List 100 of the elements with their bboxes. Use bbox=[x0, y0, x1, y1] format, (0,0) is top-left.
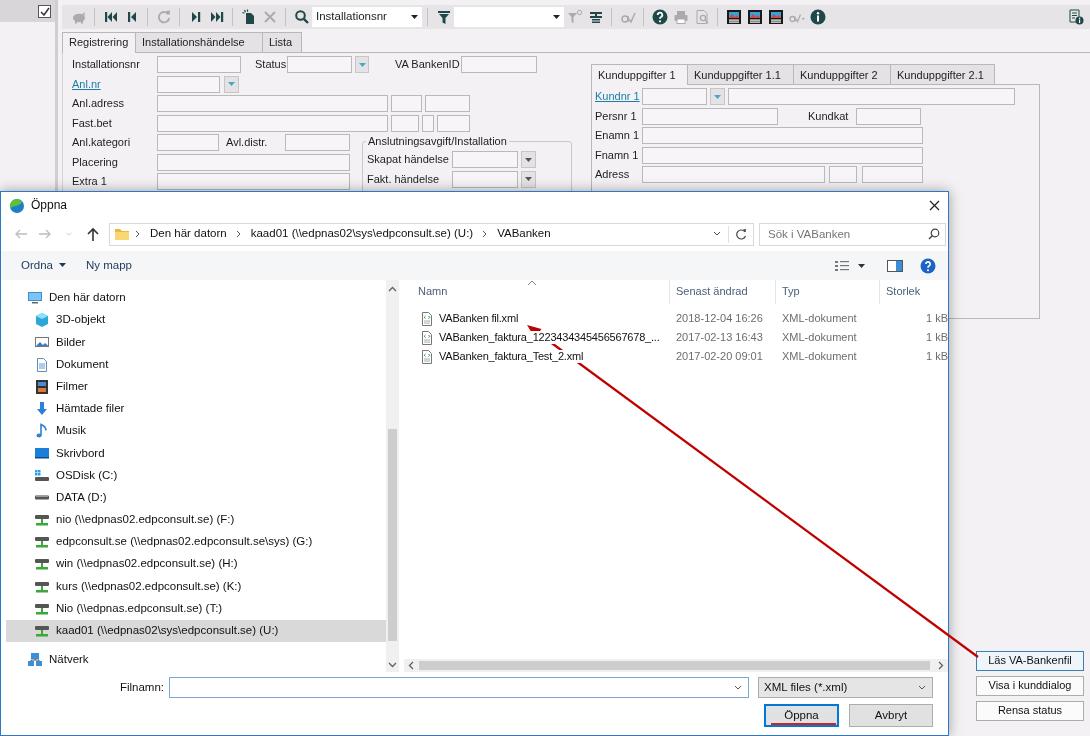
last-record-icon[interactable] bbox=[208, 9, 225, 25]
image-icon[interactable] bbox=[767, 9, 784, 25]
text-field[interactable] bbox=[642, 146, 923, 164]
chevron-left-icon[interactable] bbox=[408, 661, 414, 670]
nav-item[interactable]: Bilder bbox=[6, 331, 386, 354]
toolbar-button[interactable]: Ordna bbox=[11, 255, 76, 276]
dialog-button[interactable]: Öppna bbox=[764, 704, 839, 727]
tab[interactable]: Lista bbox=[262, 32, 302, 52]
text-field[interactable] bbox=[157, 95, 388, 113]
text-field[interactable] bbox=[157, 173, 350, 191]
chevron-right-icon[interactable] bbox=[938, 661, 944, 670]
checkbox[interactable] bbox=[38, 4, 51, 18]
toolbar-button[interactable]: Ny mapp bbox=[75, 255, 142, 276]
filter-icon[interactable] bbox=[435, 9, 452, 25]
dropdown-button[interactable] bbox=[521, 170, 536, 188]
text-field[interactable] bbox=[642, 88, 707, 106]
sort-caret-icon[interactable] bbox=[527, 280, 537, 286]
text-field[interactable] bbox=[829, 166, 857, 184]
preview-pane-icon[interactable] bbox=[887, 258, 903, 273]
nav-item[interactable]: OSDisk (C:) bbox=[6, 464, 386, 487]
new-document-icon[interactable] bbox=[240, 9, 257, 25]
nav-item[interactable]: nio (\\edpnas02.edpconsult.se) (F:) bbox=[6, 508, 386, 532]
help-icon[interactable] bbox=[651, 9, 668, 25]
image-icon[interactable] bbox=[725, 9, 742, 25]
nav-item[interactable]: Nio (\\edpnas.edpconsult.se) (T:) bbox=[6, 597, 386, 620]
filename-field[interactable] bbox=[169, 677, 749, 698]
text-field[interactable] bbox=[728, 88, 1015, 106]
text-field[interactable] bbox=[425, 95, 470, 113]
text-field[interactable] bbox=[642, 107, 778, 125]
dropdown-button[interactable] bbox=[521, 151, 536, 169]
text-field[interactable] bbox=[391, 95, 422, 113]
text-field[interactable] bbox=[452, 151, 518, 169]
close-icon[interactable] bbox=[929, 200, 940, 211]
text-field[interactable] bbox=[157, 134, 219, 152]
tab[interactable]: Kunduppgifter 2.1 bbox=[890, 64, 995, 84]
text-field[interactable] bbox=[642, 166, 825, 184]
dialog-button[interactable]: Avbryt bbox=[849, 704, 933, 727]
nav-item[interactable]: Dokument bbox=[6, 353, 386, 376]
tab[interactable]: Installationshändelse bbox=[135, 32, 263, 52]
info-icon[interactable] bbox=[809, 9, 826, 25]
tab[interactable]: Registrering bbox=[62, 32, 136, 53]
action-button[interactable]: Läs VA-Bankenfil bbox=[976, 651, 1084, 671]
filetype-dropdown[interactable]: XML files (*.xml) bbox=[758, 677, 933, 698]
nav-item[interactable]: win (\\edpnas02.edpconsult.se) (H:) bbox=[6, 553, 386, 576]
column-header[interactable]: Typ bbox=[776, 280, 880, 304]
breadcrumb[interactable]: Den här datorn bbox=[146, 227, 231, 241]
help-icon[interactable] bbox=[920, 257, 936, 274]
list-icon[interactable] bbox=[587, 9, 604, 25]
chevron-down-icon[interactable] bbox=[388, 662, 397, 668]
text-field[interactable] bbox=[862, 166, 923, 184]
text-field[interactable] bbox=[285, 134, 350, 152]
dropdown-field[interactable]: Installationsnr bbox=[312, 7, 422, 27]
text-field[interactable] bbox=[157, 75, 220, 93]
column-header[interactable]: Namn bbox=[404, 280, 670, 304]
nav-item[interactable]: Nätverk bbox=[6, 649, 386, 672]
nav-item[interactable]: kurs (\\edpnas02.edpconsult.se) (K:) bbox=[6, 575, 386, 598]
image-icon[interactable] bbox=[746, 9, 763, 25]
nav-item[interactable]: Skrivbord bbox=[6, 442, 386, 465]
dropdown-field[interactable] bbox=[454, 7, 564, 27]
search-icon[interactable] bbox=[928, 227, 940, 240]
action-button[interactable]: Visa i kunddialog bbox=[976, 676, 1084, 696]
scrollbar[interactable] bbox=[386, 280, 399, 672]
text-field[interactable] bbox=[856, 107, 921, 125]
text-field[interactable] bbox=[157, 56, 241, 74]
text-field[interactable] bbox=[461, 56, 537, 74]
nav-item[interactable]: kaad01 (\\edpnas02\sys\edpconsult.se) (U:) bbox=[6, 619, 386, 642]
text-field[interactable] bbox=[422, 114, 434, 132]
tab[interactable]: Kunduppgifter 2 bbox=[793, 64, 891, 84]
refresh-icon[interactable] bbox=[735, 228, 747, 240]
breadcrumb[interactable]: VABanken bbox=[493, 227, 555, 241]
address-bar[interactable]: Den här datorn kaad01 (\\edpnas02\sys\edpconsult.se) (U:) VABanken bbox=[109, 222, 754, 246]
column-header[interactable]: Senast ändrad bbox=[670, 280, 776, 304]
text-field[interactable] bbox=[157, 114, 388, 132]
nav-item[interactable]: DATA (D:) bbox=[6, 486, 386, 509]
nav-item[interactable]: 3D-objekt bbox=[6, 309, 386, 332]
field-link[interactable]: Anl.nr bbox=[72, 77, 132, 91]
tab[interactable]: Kunduppgifter 1.1 bbox=[687, 64, 794, 84]
nav-item[interactable]: Musik bbox=[6, 420, 386, 443]
document-info-icon[interactable] bbox=[1067, 9, 1084, 25]
tab[interactable]: Kunduppgifter 1 bbox=[591, 64, 688, 85]
text-field[interactable] bbox=[642, 127, 923, 145]
text-field[interactable] bbox=[391, 114, 419, 132]
text-field[interactable] bbox=[437, 114, 470, 132]
text-field[interactable] bbox=[287, 56, 352, 74]
file-name[interactable]: VABanken fil.xml bbox=[404, 310, 670, 327]
breadcrumb[interactable]: kaad01 (\\edpnas02\sys\edpconsult.se) (U:) bbox=[246, 227, 478, 241]
action-button[interactable]: Rensa status bbox=[976, 701, 1084, 721]
view-options-icon[interactable] bbox=[834, 258, 850, 273]
text-field[interactable] bbox=[452, 170, 518, 188]
nav-item[interactable]: Filmer bbox=[6, 375, 386, 398]
text-field[interactable] bbox=[157, 153, 350, 171]
nav-item[interactable]: Den här datorn bbox=[6, 287, 386, 310]
scrollbar[interactable] bbox=[404, 659, 948, 672]
nav-item[interactable]: edpconsult.se (\\edpnas02.edpconsult.se\sys) (G:) bbox=[6, 531, 386, 554]
nav-item[interactable]: Hämtade filer bbox=[6, 397, 386, 421]
file-name[interactable]: VABanken_faktura_Test_2.xml bbox=[404, 348, 670, 365]
chevron-up-icon[interactable] bbox=[388, 286, 397, 292]
search-field[interactable]: Sök i VABanken bbox=[759, 222, 946, 246]
field-link[interactable]: Kundnr 1 bbox=[595, 90, 640, 104]
up-arrow-icon[interactable] bbox=[85, 226, 101, 242]
